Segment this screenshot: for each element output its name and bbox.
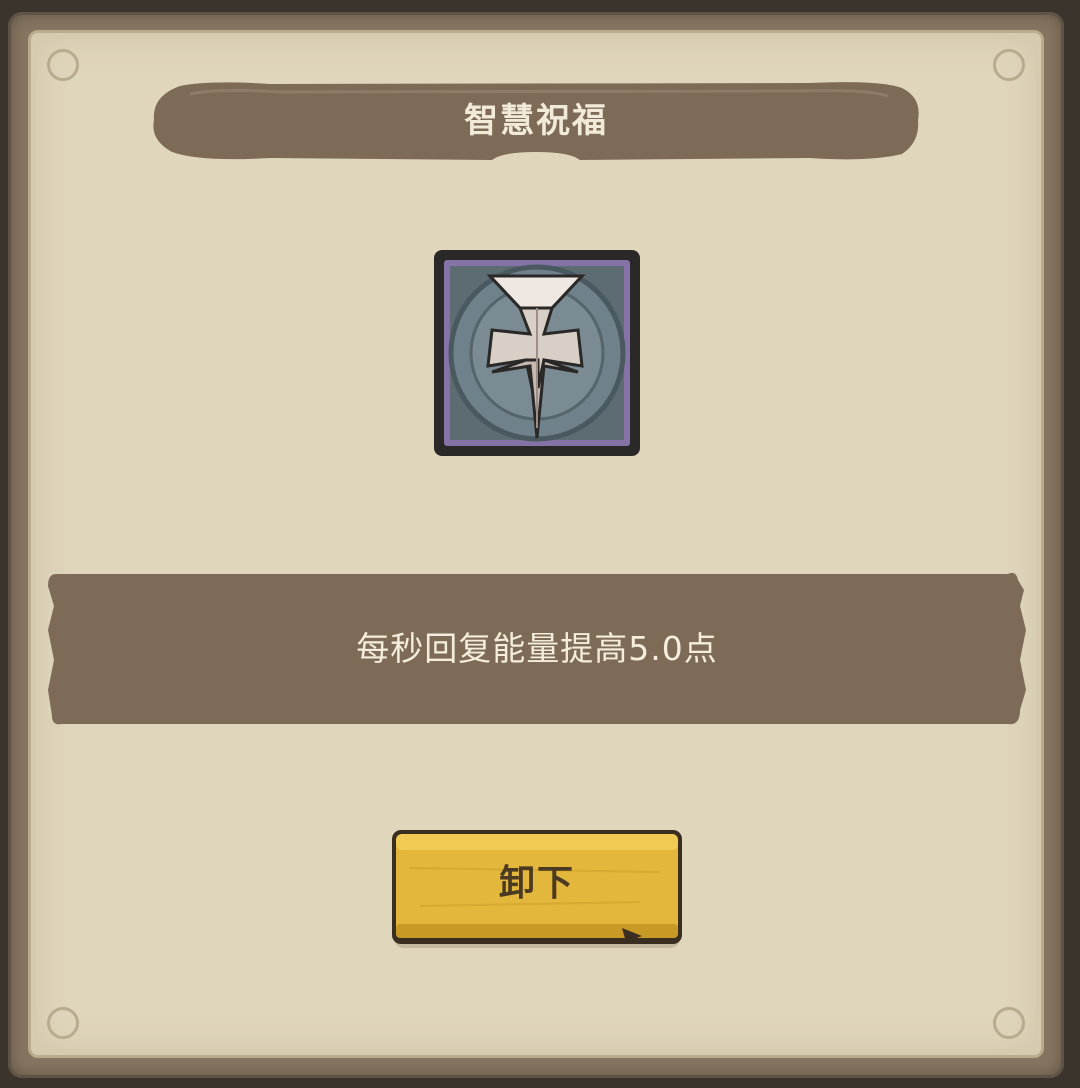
corner-ornament: [47, 49, 79, 81]
corner-ornament: [47, 1007, 79, 1039]
corner-ornament: [993, 1007, 1025, 1039]
unequip-button-label: 卸下: [498, 863, 575, 904]
description-band: 每秒回复能量提高5.0点: [48, 570, 1026, 728]
unequip-button[interactable]: 卸下: [390, 828, 684, 952]
dialog-title: 智慧祝福: [464, 101, 608, 141]
effect-description: 每秒回复能量提高5.0点: [356, 629, 718, 668]
cross-blessing-icon: [432, 248, 642, 458]
title-banner: 智慧祝福: [150, 80, 922, 162]
corner-ornament: [993, 49, 1025, 81]
